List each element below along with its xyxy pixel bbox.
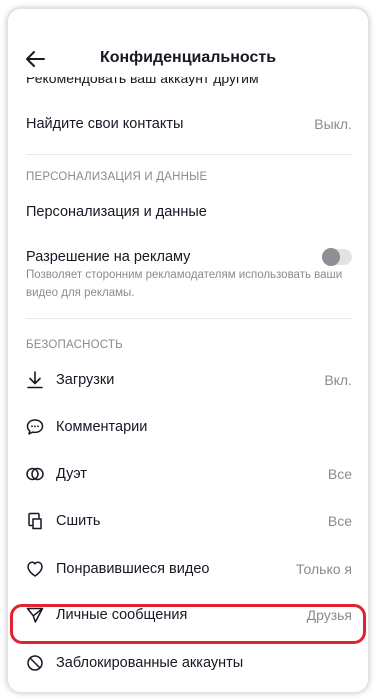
personalization-data-label: Персонализация и данные bbox=[26, 204, 207, 220]
ads-permission-toggle[interactable] bbox=[322, 248, 352, 266]
divider bbox=[26, 318, 352, 319]
setting-row-direct-messages[interactable]: Личные сообщения Друзья bbox=[8, 601, 368, 629]
setting-row-duet[interactable]: Дуэт Все bbox=[8, 460, 368, 488]
find-contacts-label: Найдите свои контакты bbox=[26, 116, 184, 132]
ads-permission-label: Разрешение на рекламу bbox=[26, 249, 191, 265]
page-title: Конфиденциальность bbox=[99, 49, 277, 66]
personalization-data-row[interactable]: Персонализация и данные bbox=[8, 198, 368, 226]
ads-permission-description: Позволяет сторонним рекламодателям испол… bbox=[26, 269, 343, 299]
setting-row-downloads[interactable]: Загрузки Вкл. bbox=[8, 366, 368, 394]
setting-value-stitch: Все bbox=[327, 513, 352, 529]
download-icon bbox=[25, 370, 45, 390]
setting-value-duet: Все bbox=[327, 466, 352, 482]
setting-label-duet: Дуэт bbox=[56, 466, 87, 482]
section-title-personalization: ПЕРСОНАЛИЗАЦИЯ И ДАННЫЕ bbox=[26, 171, 208, 183]
block-icon bbox=[25, 653, 45, 673]
find-contacts-row[interactable]: Найдите свои контакты Выкл. bbox=[8, 110, 368, 138]
setting-label-downloads: Загрузки bbox=[56, 372, 115, 388]
comment-icon bbox=[25, 417, 45, 437]
setting-row-liked-videos[interactable]: Понравившиеся видео Только я bbox=[8, 555, 368, 583]
setting-label-liked-videos: Понравившиеся видео bbox=[56, 561, 210, 577]
setting-row-comments[interactable]: Комментарии bbox=[8, 413, 368, 441]
setting-value-downloads: Вкл. bbox=[324, 372, 352, 388]
divider bbox=[26, 154, 352, 155]
header: Конфиденциальность bbox=[8, 9, 368, 75]
privacy-screen: Рекомендовать ваш аккаунт другим Конфиде… bbox=[7, 8, 369, 693]
setting-value-direct-messages: Друзья bbox=[306, 607, 352, 623]
stitch-icon bbox=[25, 511, 45, 531]
setting-row-stitch[interactable]: Сшить Все bbox=[8, 507, 368, 535]
setting-row-blocked-accounts[interactable]: Заблокированные аккаунты bbox=[8, 649, 368, 677]
find-contacts-value: Выкл. bbox=[314, 116, 352, 132]
setting-label-stitch: Сшить bbox=[56, 513, 101, 529]
setting-label-direct-messages: Личные сообщения bbox=[56, 607, 188, 623]
heart-icon bbox=[25, 559, 45, 579]
setting-label-blocked-accounts: Заблокированные аккаунты bbox=[56, 655, 244, 671]
section-title-safety: БЕЗОПАСНОСТЬ bbox=[26, 339, 123, 351]
setting-value-liked-videos: Только я bbox=[296, 561, 352, 577]
send-icon bbox=[25, 605, 45, 625]
setting-label-comments: Комментарии bbox=[56, 419, 148, 435]
duet-icon bbox=[25, 464, 45, 484]
